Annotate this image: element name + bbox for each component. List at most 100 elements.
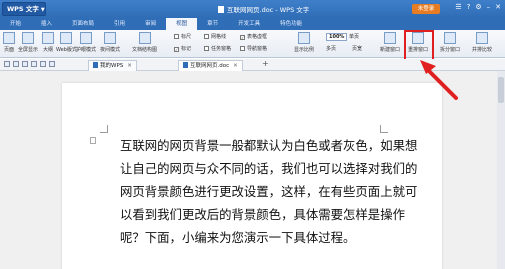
outline-icon [42, 32, 54, 44]
doc-structure-button[interactable]: 文档结构图 [132, 32, 157, 53]
zoom-scale-button[interactable]: 显示比例 [294, 32, 314, 53]
page-view-icon [3, 32, 15, 44]
split-window-label: 拆分窗口 [440, 47, 461, 53]
zoom-controls: 100% 单页 [326, 33, 359, 41]
checkbox-box-checked: ✓ [174, 47, 179, 52]
nav-pane-checkbox[interactable]: 导航窗格 [240, 45, 267, 52]
tab-developer[interactable]: 开发工具 [228, 18, 270, 30]
nav-pane-label: 导航窗格 [247, 46, 268, 52]
window-title-label: 互联网网页.doc - WPS 文字 [227, 6, 310, 14]
settings-icon[interactable]: ⚙ [475, 3, 481, 11]
login-button[interactable]: 未登录 [412, 4, 440, 14]
margin-corner-mark [100, 125, 108, 133]
checkbox-box [204, 46, 209, 51]
doc-structure-icon [138, 32, 151, 44]
close-icon[interactable]: ✕ [233, 63, 238, 69]
tab-sections[interactable]: 章节 [197, 18, 228, 30]
scrollbar-thumb[interactable] [498, 77, 504, 103]
markup-label: 标记 [181, 46, 192, 52]
checkbox-box [240, 46, 245, 51]
side-by-side-label: 并排比较 [472, 47, 493, 53]
zoom-value[interactable]: 100% [326, 33, 348, 41]
folder-icon[interactable] [4, 61, 10, 67]
new-window-button[interactable]: 新建窗口 [380, 32, 400, 53]
tab-my-wps-label: 我的WPS [100, 63, 124, 69]
close-icon[interactable]: ✕ [127, 63, 132, 69]
ruler-label: 标尺 [181, 34, 192, 40]
tab-view[interactable]: 视图 [166, 18, 198, 30]
new-window-icon [384, 32, 396, 44]
side-by-side-icon [476, 32, 488, 44]
markup-checkbox[interactable]: ✓ 标记 [174, 45, 191, 52]
new-tab-button[interactable]: + [262, 59, 269, 68]
outline-label: 大纲 [42, 47, 53, 53]
eye-protection-button[interactable]: 护眼模式 [76, 32, 96, 53]
checkbox-box-checked: ✓ [240, 35, 245, 40]
vertical-scrollbar[interactable] [497, 71, 505, 269]
night-mode-icon [104, 32, 116, 44]
margin-corner-mark [380, 125, 388, 133]
preview-icon[interactable] [31, 61, 37, 67]
eye-protection-label: 护眼模式 [76, 47, 97, 53]
zoom-scale-label: 显示比例 [294, 47, 315, 53]
tab-features[interactable]: 特色功能 [270, 18, 312, 30]
fullscreen-button[interactable]: 全屏显示 [18, 32, 38, 53]
single-page-button[interactable]: 单页 [349, 34, 359, 40]
new-window-label: 新建窗口 [380, 47, 401, 53]
fullscreen-label: 全屏显示 [18, 47, 39, 53]
web-layout-button[interactable]: Web版式 [56, 32, 77, 53]
tab-document[interactable]: 互联网网页.doc ✕ [178, 60, 243, 71]
tab-my-wps[interactable]: 我的WPS ✕ [88, 60, 137, 71]
multi-page-label: 多页 [326, 46, 337, 52]
split-window-icon [444, 32, 456, 44]
ribbon-tabs: 开始 插入 页面布局 引用 审阅 视图 章节 开发工具 特色功能 [0, 18, 505, 30]
task-pane-label: 任务窗格 [211, 46, 232, 52]
page-width-button[interactable]: 页宽 [352, 45, 362, 52]
night-mode-button[interactable]: 夜间模式 [100, 32, 120, 53]
print-icon[interactable] [22, 61, 28, 67]
document-tab-bar: 我的WPS ✕ 互联网网页.doc ✕ + [0, 59, 505, 71]
app-menu-label: WPS 文字 [7, 5, 39, 13]
side-by-side-button[interactable]: 并排比较 [472, 32, 492, 53]
tab-insert[interactable]: 插入 [31, 18, 62, 30]
close-icon[interactable]: ✕ [495, 3, 501, 11]
night-mode-label: 夜间模式 [100, 47, 121, 53]
quick-access-toolbar [4, 61, 55, 67]
tab-home[interactable]: 开始 [0, 18, 31, 30]
minimize-icon[interactable]: – [487, 3, 491, 11]
outline-button[interactable]: 大纲 [42, 32, 54, 53]
save-icon[interactable] [13, 61, 19, 67]
tab-page-layout[interactable]: 页面布局 [62, 18, 104, 30]
tab-references[interactable]: 引用 [104, 18, 135, 30]
window-title: 互联网网页.doc - WPS 文字 [218, 4, 309, 14]
window-controls: ☰ ? ⚙ – ✕ [455, 3, 501, 11]
tab-document-label: 互联网网页.doc [190, 63, 230, 69]
ruler-checkbox[interactable]: 标尺 [174, 33, 191, 40]
document-workspace: 互联网的网页背景一般都默认为白色或者灰色，如果想让自己的网页与众不同的话，我们也… [0, 71, 505, 269]
page-view-label: 页面 [3, 47, 14, 53]
document-icon [218, 6, 224, 13]
split-window-button[interactable]: 拆分窗口 [440, 32, 460, 53]
paragraph-handle-icon [90, 137, 96, 144]
help-icon[interactable]: ? [467, 3, 471, 11]
page-width-label: 页宽 [352, 46, 363, 52]
multi-page-button[interactable]: 多页 [326, 45, 336, 52]
document-body-text[interactable]: 互联网的网页背景一般都默认为白色或者灰色，如果想让自己的网页与众不同的话，我们也… [120, 134, 418, 249]
tab-review[interactable]: 审阅 [135, 18, 166, 30]
task-pane-checkbox[interactable]: 任务窗格 [204, 45, 231, 52]
table-gridlines-checkbox[interactable]: ✓ 表格虚框 [240, 33, 267, 40]
skin-icon[interactable]: ☰ [455, 3, 461, 11]
table-gridlines-label: 表格虚框 [247, 34, 268, 40]
checkbox-box [174, 34, 179, 39]
checkbox-box [204, 34, 209, 39]
fullscreen-icon [22, 32, 34, 44]
eye-protection-icon [80, 32, 92, 44]
document-page[interactable]: 互联网的网页背景一般都默认为白色或者灰色，如果想让自己的网页与众不同的话，我们也… [62, 83, 442, 269]
wps-icon [93, 62, 98, 68]
undo-icon[interactable] [40, 61, 46, 67]
page-view-button[interactable]: 页面 [3, 32, 15, 53]
redo-icon[interactable] [49, 61, 55, 67]
web-layout-label: Web版式 [56, 47, 77, 53]
app-menu-button[interactable]: WPS 文字 ▼ [2, 2, 46, 16]
gridlines-checkbox[interactable]: 网格线 [204, 33, 226, 40]
